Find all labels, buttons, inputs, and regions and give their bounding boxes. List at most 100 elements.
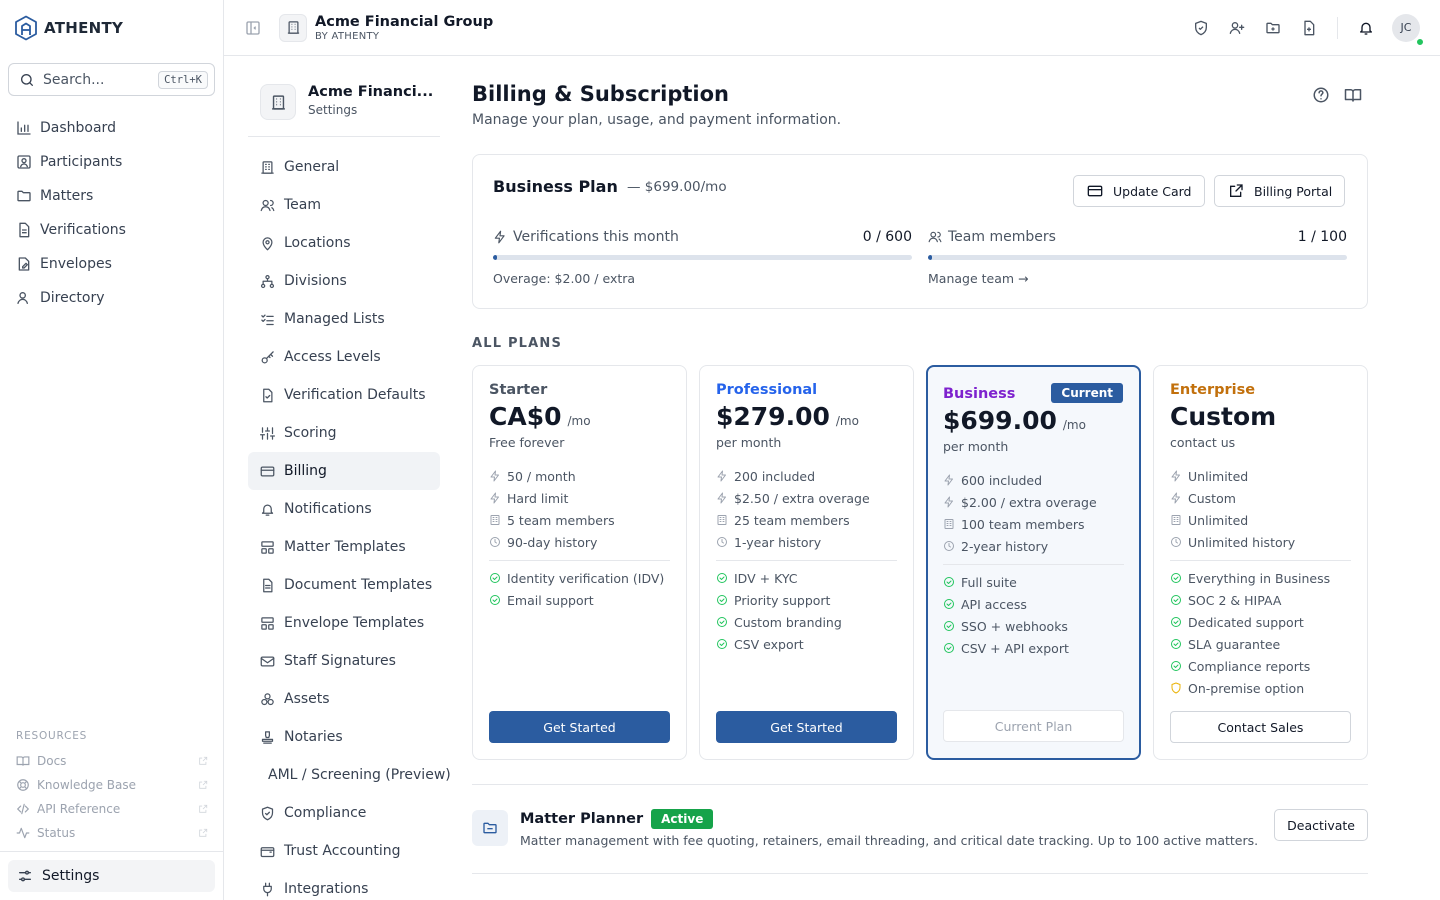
lightning-icon	[716, 492, 728, 504]
nav-item-settings[interactable]: Settings	[8, 860, 215, 892]
resource-status[interactable]: Status	[16, 821, 208, 845]
settings-item-scoring[interactable]: Scoring	[248, 414, 440, 452]
settings-item-label: AML / Screening (Preview)	[268, 767, 451, 783]
nav-item-envelopes[interactable]: Envelopes	[8, 247, 215, 281]
settings-item-verification-defaults[interactable]: Verification Defaults	[248, 376, 440, 414]
brand[interactable]: ATHENTY	[0, 0, 223, 55]
resource-knowledge-base[interactable]: Knowledge Base	[16, 773, 208, 797]
limit-text: 90-day history	[507, 534, 598, 550]
settings-item-staff-signatures[interactable]: Staff Signatures	[248, 642, 440, 680]
settings-item-divisions[interactable]: Divisions	[248, 262, 440, 300]
lifebuoy-icon	[16, 778, 30, 792]
settings-item-general[interactable]: General	[248, 148, 440, 186]
deactivate-button[interactable]: Deactivate	[1274, 809, 1368, 841]
org-logo[interactable]	[279, 13, 307, 42]
bell-icon	[260, 502, 275, 517]
plan-limits: 50 / month Hard limit 5 team members 90-day…	[489, 465, 670, 561]
file-plus-icon[interactable]	[1291, 10, 1327, 46]
settings-item-notaries[interactable]: Notaries	[248, 718, 440, 756]
org-switcher[interactable]: Acme Financial Group BY ATHENTY	[315, 13, 493, 43]
plan-name: Enterprise	[1170, 382, 1256, 398]
sidebar-toggle-icon[interactable]	[245, 20, 261, 36]
usage-bar	[928, 255, 1347, 260]
bell-icon[interactable]	[1348, 10, 1384, 46]
all-plans-heading: ALL PLANS	[472, 336, 563, 351]
settings-item-label: Matter Templates	[284, 539, 406, 555]
settings-item-locations[interactable]: Locations	[248, 224, 440, 262]
feature-item: SLA guarantee	[1170, 633, 1351, 655]
settings-item-label: Document Templates	[284, 577, 433, 593]
nav-item-matters[interactable]: Matters	[8, 179, 215, 213]
lightning-icon	[1170, 470, 1182, 482]
plug-icon	[260, 882, 275, 897]
external-link-icon	[1228, 183, 1244, 199]
plan-card-business: Business Current $699.00/mo per month 600 in…	[926, 365, 1141, 760]
plan-action-button[interactable]: Get Started	[489, 711, 670, 743]
limit-text: 2-year history	[961, 538, 1049, 554]
plan-action-button: Current Plan	[943, 710, 1124, 742]
network-icon	[260, 274, 275, 289]
settings-item-document-templates[interactable]: Document Templates	[248, 566, 440, 604]
feature-text: SLA guarantee	[1188, 636, 1281, 652]
settings-subnav: Acme Financi... Settings General Team Loca…	[248, 56, 451, 900]
check-circle-icon	[489, 572, 501, 584]
feature-text: CSV + API export	[961, 640, 1069, 656]
limit-item: Unlimited	[1170, 465, 1351, 487]
user-avatar[interactable]: JC	[1392, 13, 1424, 46]
search-icon	[19, 72, 35, 88]
settings-item-notifications[interactable]: Notifications	[248, 490, 440, 528]
settings-item-compliance[interactable]: Compliance	[248, 794, 440, 832]
settings-item-team[interactable]: Team	[248, 186, 440, 224]
plan-action-button[interactable]: Get Started	[716, 711, 897, 743]
nav-item-participants[interactable]: Participants	[8, 145, 215, 179]
limit-text: 5 team members	[507, 512, 615, 528]
avatar-initials: JC	[1400, 21, 1412, 34]
resource-api-reference[interactable]: API Reference	[16, 797, 208, 821]
check-circle-icon	[489, 594, 501, 606]
settings-menu: General Team Locations Divisions Managed Lis…	[248, 148, 451, 900]
current-plan-card: Business Plan — $699.00/mo Update Card B…	[472, 154, 1368, 309]
settings-item-access-levels[interactable]: Access Levels	[248, 338, 440, 376]
plan-action-button[interactable]: Contact Sales	[1170, 711, 1351, 743]
brand-name: ATHENTY	[44, 18, 124, 37]
resource-docs[interactable]: Docs	[16, 749, 208, 773]
folder-plus-icon[interactable]	[1255, 10, 1291, 46]
book-open-icon[interactable]	[1344, 86, 1362, 104]
search-box[interactable]: Search... Ctrl+K	[8, 63, 215, 96]
activity-icon	[16, 826, 30, 840]
price-amount: $279.00	[716, 402, 830, 431]
external-link-icon	[198, 780, 208, 790]
settings-item-label: Compliance	[284, 805, 367, 821]
limit-item: 1-year history	[716, 531, 897, 553]
limit-item: Unlimited history	[1170, 531, 1351, 553]
settings-item-aml-screening-preview[interactable]: AML / Screening (Preview)	[248, 756, 451, 794]
manage-team-link[interactable]: Manage team →	[928, 271, 1347, 286]
lightning-icon	[1170, 492, 1182, 504]
settings-item-billing[interactable]: Billing	[248, 452, 440, 490]
settings-item-managed-lists[interactable]: Managed Lists	[248, 300, 440, 338]
shield-check-icon[interactable]	[1183, 10, 1219, 46]
billing-portal-button[interactable]: Billing Portal	[1214, 175, 1346, 207]
nav-item-directory[interactable]: Directory	[8, 281, 215, 315]
main-nav: Dashboard Participants Matters Verificat…	[8, 111, 215, 315]
settings-item-envelope-templates[interactable]: Envelope Templates	[248, 604, 440, 642]
limit-text: Unlimited	[1188, 512, 1249, 528]
help-circle-icon[interactable]	[1312, 86, 1330, 104]
update-card-button[interactable]: Update Card	[1073, 175, 1205, 207]
limit-text: $2.50 / extra overage	[734, 490, 870, 506]
usage-bar-fill	[493, 255, 498, 260]
nav-item-verifications[interactable]: Verifications	[8, 213, 215, 247]
user-plus-icon[interactable]	[1219, 10, 1255, 46]
plan-limits: 600 included $2.00 / extra overage 100 tea…	[943, 469, 1124, 565]
settings-item-trust-accounting[interactable]: Trust Accounting	[248, 832, 440, 870]
settings-item-matter-templates[interactable]: Matter Templates	[248, 528, 440, 566]
building-icon	[260, 160, 275, 175]
team-icon	[943, 518, 955, 530]
settings-item-label: General	[284, 159, 340, 175]
building-icon	[286, 20, 301, 35]
usage-verifications: Verifications this month 0 / 600 Overage…	[493, 229, 912, 286]
org-logo	[260, 84, 296, 120]
nav-item-dashboard[interactable]: Dashboard	[8, 111, 215, 145]
settings-item-integrations[interactable]: Integrations	[248, 870, 440, 900]
settings-item-assets[interactable]: Assets	[248, 680, 440, 718]
